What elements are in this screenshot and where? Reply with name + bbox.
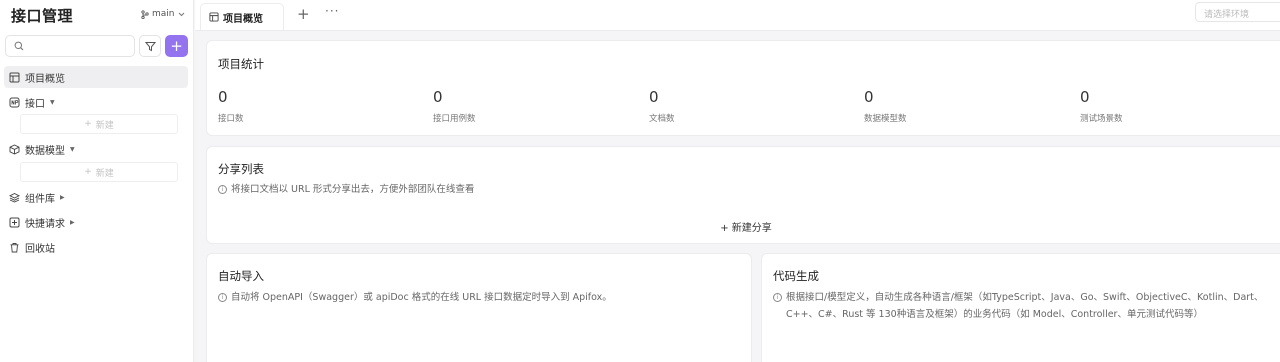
filter-button[interactable] bbox=[139, 35, 161, 57]
layout-icon bbox=[209, 12, 219, 22]
stat-value: 0 bbox=[433, 88, 443, 106]
sidebar-item-data-model[interactable]: 数据模型 ▼ bbox=[4, 138, 188, 160]
search-input[interactable] bbox=[30, 38, 130, 54]
codegen-hint-line: 根据接口/模型定义，自动生成各种语言/框架（如TypeScript、Java、G… bbox=[786, 292, 1264, 303]
add-tab-button[interactable]: + bbox=[297, 5, 310, 23]
trash-icon bbox=[8, 241, 20, 253]
stat-api-count: 0 接口数 bbox=[218, 88, 244, 124]
more-button[interactable]: ··· bbox=[325, 4, 339, 18]
caret-right-icon: ▶ bbox=[70, 218, 75, 226]
sidebar-item-overview[interactable]: 项目概览 bbox=[4, 66, 188, 88]
auto-import-card: 自动导入 i 自动将 OpenAPI（Swagger）或 apiDoc 格式的在… bbox=[206, 253, 752, 362]
sidebar-item-label: 接口 bbox=[25, 98, 45, 110]
stat-label: 文档数 bbox=[649, 114, 675, 124]
share-card: 分享列表 i 将接口文档以 URL 形式分享出去，方便外部团队在线查看 + 新建… bbox=[206, 146, 1280, 244]
branch-icon bbox=[141, 9, 149, 19]
import-hint: i 自动将 OpenAPI（Swagger）或 apiDoc 格式的在线 URL… bbox=[218, 289, 612, 306]
stat-doc-count: 0 文档数 bbox=[649, 88, 675, 124]
caret-down-icon: ▼ bbox=[50, 98, 55, 106]
stat-value: 0 bbox=[218, 88, 228, 106]
sidebar: 接口管理 main + 项目概览 接口 ▼ + 新建 数据模型 ▼ + 新建 组… bbox=[0, 0, 194, 362]
stat-value: 0 bbox=[864, 88, 874, 106]
stat-label: 接口数 bbox=[218, 114, 244, 124]
tab-overview[interactable]: 项目概览 bbox=[200, 3, 284, 30]
info-icon: i bbox=[218, 293, 227, 302]
sidebar-item-label: 数据模型 bbox=[25, 145, 65, 157]
stat-label: 接口用例数 bbox=[433, 114, 476, 124]
sidebar-item-quick-request[interactable]: 快捷请求 ▶ bbox=[4, 211, 188, 233]
new-api-button[interactable]: + 新建 bbox=[20, 114, 178, 134]
sidebar-title: 接口管理 bbox=[11, 7, 74, 25]
codegen-hint: i 根据接口/模型定义，自动生成各种语言/框架（如TypeScript、Java… bbox=[773, 289, 1263, 323]
sidebar-item-label: 快捷请求 bbox=[25, 218, 65, 230]
cube-icon bbox=[8, 143, 20, 155]
new-label: 新建 bbox=[95, 168, 114, 179]
share-hint-text: 将接口文档以 URL 形式分享出去，方便外部团队在线查看 bbox=[231, 184, 475, 195]
stats-card: 项目统计 0 接口数 0 接口用例数 0 文档数 0 数据模型数 0 测试场景数 bbox=[206, 40, 1280, 136]
stat-scenario-count: 0 测试场景数 bbox=[1080, 88, 1123, 124]
layers-icon bbox=[8, 191, 20, 203]
info-icon: i bbox=[773, 293, 782, 302]
add-button[interactable]: + bbox=[165, 35, 188, 57]
stat-label: 数据模型数 bbox=[864, 114, 907, 124]
plus-icon: + bbox=[84, 119, 92, 129]
import-hint-text: 自动将 OpenAPI（Swagger）或 apiDoc 格式的在线 URL 接… bbox=[231, 292, 612, 303]
search-box[interactable] bbox=[5, 35, 135, 57]
new-label: 新建 bbox=[95, 120, 114, 131]
branch-name: main bbox=[152, 9, 175, 19]
stat-value: 0 bbox=[1080, 88, 1090, 106]
new-model-button[interactable]: + 新建 bbox=[20, 162, 178, 182]
codegen-title: 代码生成 bbox=[773, 269, 819, 283]
filter-icon bbox=[144, 41, 156, 51]
sidebar-item-label: 回收站 bbox=[25, 243, 55, 255]
stat-case-count: 0 接口用例数 bbox=[433, 88, 476, 124]
codegen-hint-line: C++、C#、Rust 等 130种语言及框架）的业务代码（如 Model、Co… bbox=[786, 309, 1203, 320]
caret-right-icon: ▶ bbox=[60, 193, 65, 201]
stat-label: 测试场景数 bbox=[1080, 114, 1123, 124]
stat-value: 0 bbox=[649, 88, 659, 106]
tab-label: 项目概览 bbox=[223, 13, 263, 25]
import-title: 自动导入 bbox=[218, 269, 264, 283]
sidebar-item-label: 组件库 bbox=[25, 193, 55, 205]
tab-bar: 项目概览 + ··· 请选择环境 bbox=[195, 0, 1280, 31]
codegen-card: 代码生成 i 根据接口/模型定义，自动生成各种语言/框架（如TypeScript… bbox=[761, 253, 1280, 362]
plus-icon: + bbox=[84, 167, 92, 177]
environment-select[interactable]: 请选择环境 bbox=[1195, 2, 1280, 22]
sidebar-item-label: 项目概览 bbox=[25, 73, 65, 85]
sidebar-item-api[interactable]: 接口 ▼ bbox=[4, 91, 188, 113]
api-icon bbox=[8, 96, 20, 108]
layout-icon bbox=[8, 71, 20, 83]
sidebar-item-components[interactable]: 组件库 ▶ bbox=[4, 186, 188, 208]
new-share-button[interactable]: + 新建分享 bbox=[207, 219, 1280, 234]
caret-down-icon: ▼ bbox=[70, 145, 75, 153]
search-icon bbox=[14, 41, 24, 51]
stat-model-count: 0 数据模型数 bbox=[864, 88, 907, 124]
share-hint: i 将接口文档以 URL 形式分享出去，方便外部团队在线查看 bbox=[218, 181, 474, 198]
sidebar-item-trash[interactable]: 回收站 bbox=[4, 236, 188, 258]
info-icon: i bbox=[218, 185, 227, 194]
share-title: 分享列表 bbox=[218, 162, 264, 176]
chevron-down-icon bbox=[178, 12, 184, 16]
stats-title: 项目统计 bbox=[218, 57, 264, 71]
codegen-hint-text: 根据接口/模型定义，自动生成各种语言/框架（如TypeScript、Java、G… bbox=[786, 289, 1263, 323]
request-icon bbox=[8, 216, 20, 228]
branch-selector[interactable]: main bbox=[141, 9, 185, 19]
